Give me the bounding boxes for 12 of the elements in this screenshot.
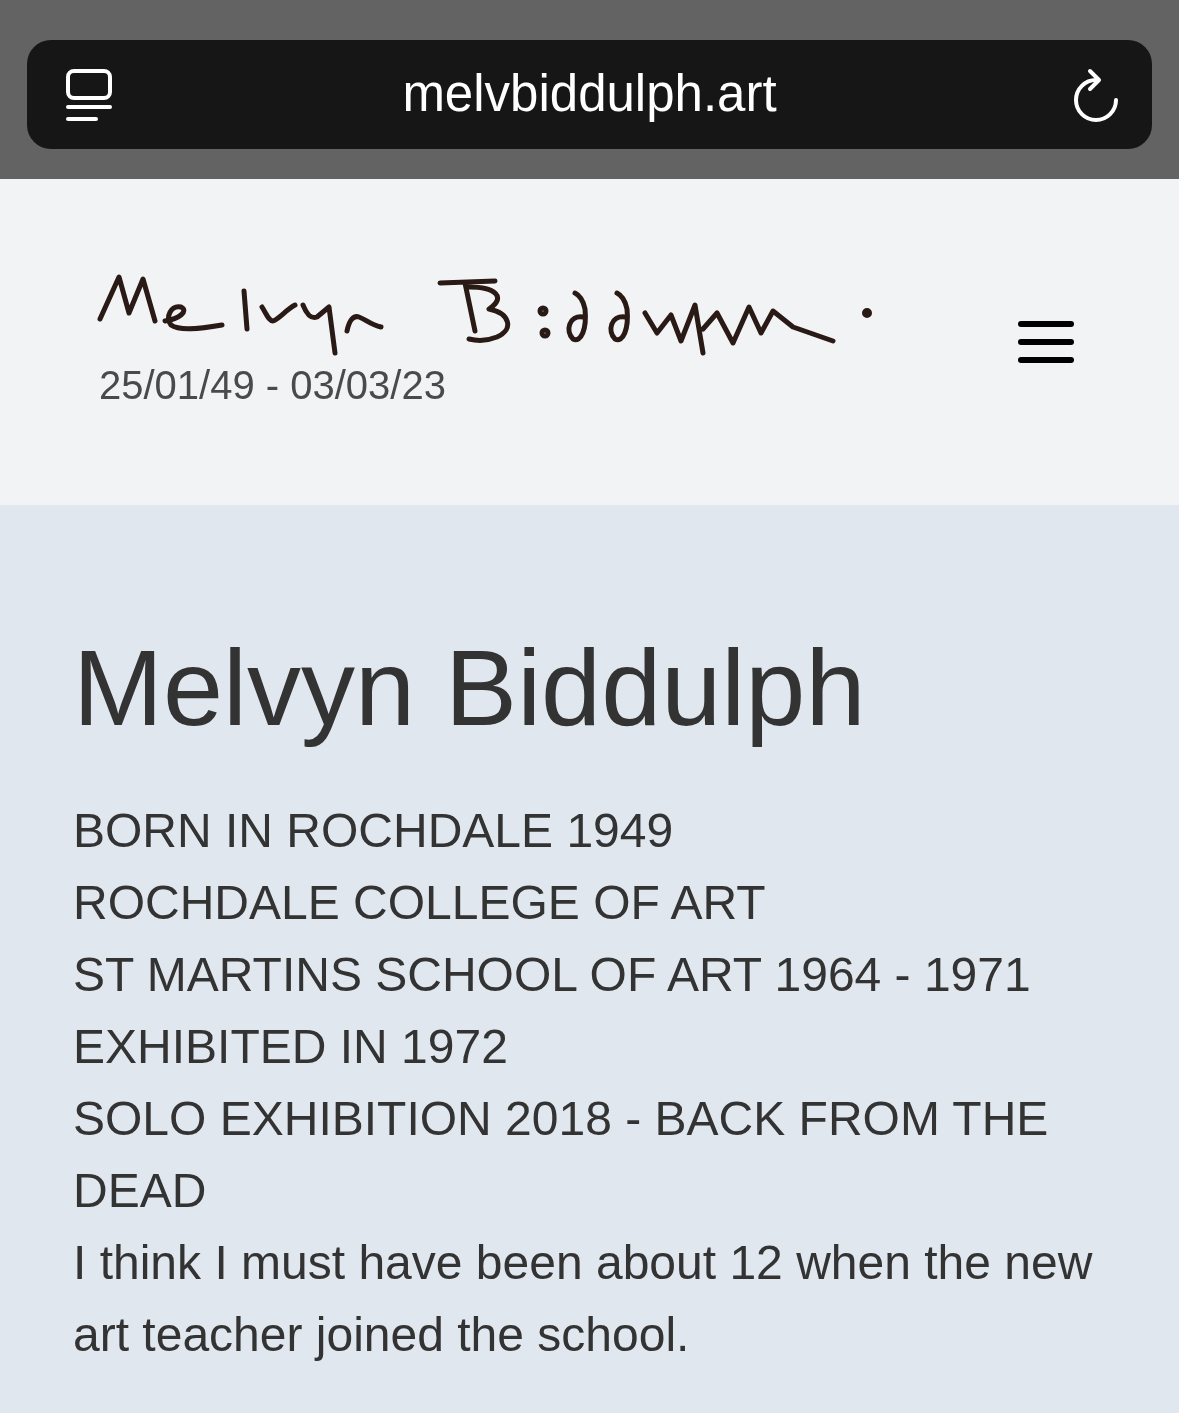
page-heading: Melvyn Biddulph [73, 626, 867, 750]
date-range-text: 25/01/49 - 03/03/23 [99, 363, 447, 407]
page-menu-icon[interactable] [66, 68, 112, 121]
reload-icon[interactable] [1072, 67, 1120, 122]
bio-paragraph: I think I must have been about 12 when the new art teacher joined the school. [73, 1234, 1094, 1363]
bio-fact-line: ROCHDALE COLLEGE OF ART [73, 874, 767, 931]
bio-fact-line: EXHIBITED IN 1972 [73, 1018, 509, 1075]
menu-icon[interactable] [1018, 320, 1074, 364]
bio-fact-line: BORN IN ROCHDALE 1949 [73, 802, 675, 859]
url-text[interactable]: melvbiddulph.art [402, 65, 777, 124]
bio-fact-line: SOLO EXHIBITION 2018 - BACK FROM THE DEAD [73, 1090, 1050, 1219]
bio-fact-line: ST MARTINS SCHOOL OF ART 1964 - 1971 [73, 946, 1032, 1003]
